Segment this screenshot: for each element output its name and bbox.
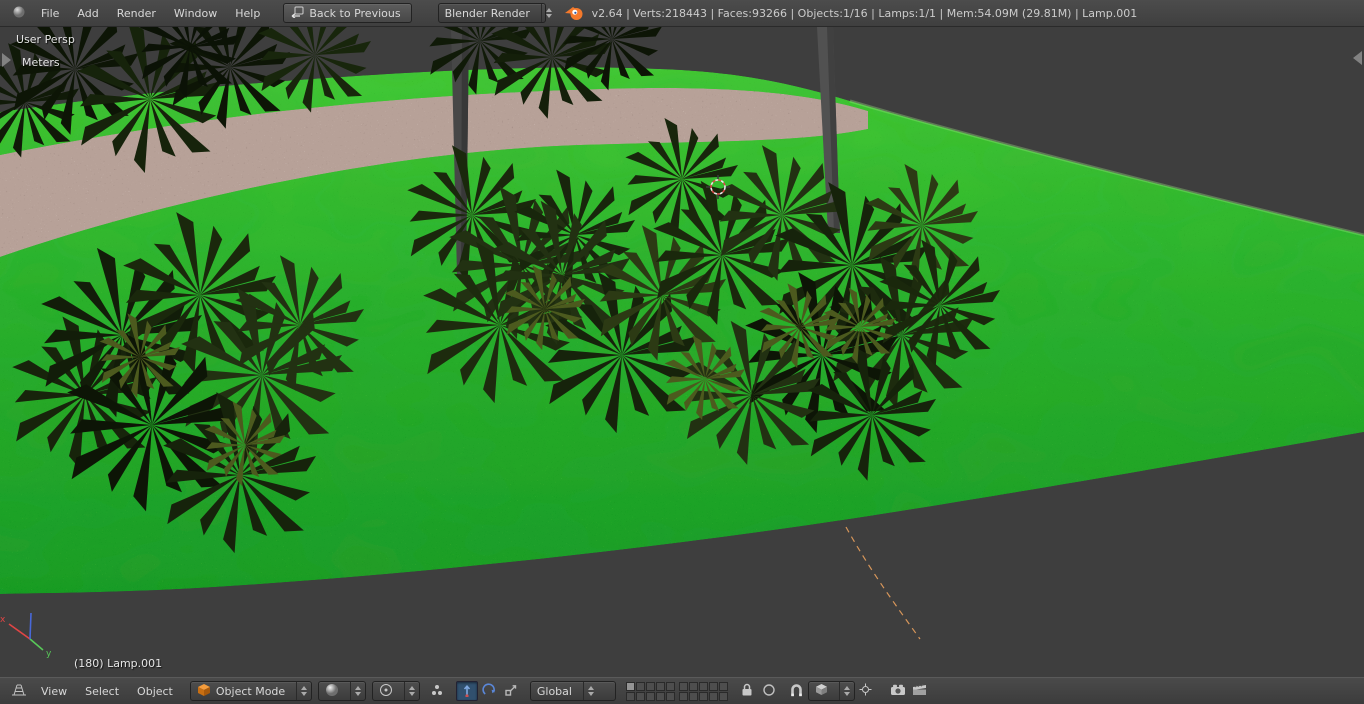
magnet-icon xyxy=(790,683,803,700)
back-to-previous-button[interactable]: Back to Previous xyxy=(283,3,412,23)
stepper-arrows[interactable] xyxy=(296,682,311,700)
layer-cell[interactable] xyxy=(645,681,655,691)
snap-target-button[interactable] xyxy=(855,681,877,701)
active-object-label: (180) Lamp.001 xyxy=(74,657,163,670)
stepper-arrows[interactable] xyxy=(838,682,854,700)
proportional-edit-dropdown[interactable] xyxy=(758,681,780,701)
manipulator-toggles xyxy=(455,681,522,701)
3d-viewport[interactable]: x y User Persp Meters (180) Lamp.001 xyxy=(0,27,1364,677)
translate-manipulator-button[interactable] xyxy=(455,681,478,701)
layer-cell[interactable] xyxy=(678,681,688,691)
menu-select[interactable]: Select xyxy=(76,685,128,698)
pivot-point-dropdown[interactable] xyxy=(371,681,420,701)
layer-cell[interactable] xyxy=(698,681,708,691)
menu-file[interactable]: File xyxy=(32,7,68,20)
viewport-shading-dropdown[interactable] xyxy=(317,681,366,701)
shading-sphere-icon xyxy=(325,683,339,700)
info-editor-icon xyxy=(12,5,26,22)
layer-cell[interactable] xyxy=(688,691,698,701)
stepper-arrows[interactable] xyxy=(349,682,365,700)
scale-manipulator-button[interactable] xyxy=(500,681,522,701)
layer-cell[interactable] xyxy=(625,681,635,691)
opengl-render-image-button[interactable] xyxy=(887,681,909,701)
back-arrow-icon xyxy=(290,6,304,21)
info-header: File Add Render Window Help Back to Prev… xyxy=(0,0,1364,27)
layer-cell[interactable] xyxy=(708,681,718,691)
render-engine-value: Blender Render xyxy=(444,6,530,20)
layer-group-1 xyxy=(625,681,675,701)
camera-icon xyxy=(890,683,906,699)
stepper-arrows[interactable] xyxy=(403,682,419,700)
menu-window[interactable]: Window xyxy=(165,7,226,20)
menu-add[interactable]: Add xyxy=(68,7,107,20)
layer-cell[interactable] xyxy=(698,691,708,701)
transform-orientation-dropdown[interactable]: Global xyxy=(529,681,616,701)
properties-expand-arrow[interactable] xyxy=(1353,51,1362,65)
layers-widget xyxy=(625,681,728,701)
snap-element-dropdown[interactable] xyxy=(807,681,855,701)
opengl-render-anim-button[interactable] xyxy=(909,681,931,701)
object-mode-cube-icon xyxy=(197,683,211,700)
menu-help[interactable]: Help xyxy=(226,7,269,20)
layer-cell[interactable] xyxy=(718,691,728,701)
snap-element-cube-icon xyxy=(815,683,828,699)
blender-logo xyxy=(564,5,584,21)
proportional-edit-icon xyxy=(762,683,776,700)
stepper-arrows[interactable] xyxy=(582,682,598,700)
snap-target-icon xyxy=(859,683,872,699)
layer-cell[interactable] xyxy=(625,691,635,701)
layer-cell[interactable] xyxy=(678,691,688,701)
orientation-value: Global xyxy=(536,684,572,698)
editor-type-info-button[interactable] xyxy=(6,3,32,23)
layer-cell[interactable] xyxy=(708,691,718,701)
render-engine-dropdown[interactable]: Blender Render xyxy=(437,3,552,23)
menu-render[interactable]: Render xyxy=(108,7,165,20)
center-points-icon xyxy=(430,683,444,700)
pivot-icon xyxy=(379,683,393,700)
rotate-icon xyxy=(482,682,496,700)
layer-cell[interactable] xyxy=(665,681,675,691)
menu-object[interactable]: Object xyxy=(128,685,182,698)
axis-x-label: x xyxy=(0,615,6,625)
scale-icon xyxy=(504,683,518,700)
translate-icon xyxy=(460,683,474,700)
stepper-arrows[interactable] xyxy=(540,4,556,22)
editor-type-3dview-button[interactable] xyxy=(6,681,32,701)
layer-cell[interactable] xyxy=(645,691,655,701)
back-to-previous-label: Back to Previous xyxy=(309,6,401,20)
viewport-header: View Select Object Object Mode Global xyxy=(0,677,1364,704)
axis-y-label: y xyxy=(46,649,52,659)
layer-cell[interactable] xyxy=(635,681,645,691)
layer-cell[interactable] xyxy=(655,681,665,691)
3d-view-editor-icon xyxy=(11,683,27,700)
menu-view[interactable]: View xyxy=(32,685,76,698)
layer-cell[interactable] xyxy=(688,681,698,691)
layer-cell[interactable] xyxy=(655,691,665,701)
clapperboard-icon xyxy=(912,683,927,699)
layer-cell[interactable] xyxy=(665,691,675,701)
rotate-manipulator-button[interactable] xyxy=(478,681,500,701)
grid-unit-label: Meters xyxy=(22,56,60,69)
scene-stats: v2.64 | Verts:218443 | Faces:93266 | Obj… xyxy=(591,6,1138,20)
mode-dropdown[interactable]: Object Mode xyxy=(189,681,312,701)
manipulate-center-points-toggle[interactable] xyxy=(426,681,448,701)
lock-icon xyxy=(741,683,753,700)
viewport-scene: x y xyxy=(0,27,1364,677)
snap-toggle-button[interactable] xyxy=(786,681,808,701)
view-perspective-label: User Persp xyxy=(16,33,75,46)
scene-lock-button[interactable] xyxy=(736,681,758,701)
mode-value: Object Mode xyxy=(215,684,286,698)
layer-cell[interactable] xyxy=(718,681,728,691)
layer-group-2 xyxy=(678,681,728,701)
toolbar-expand-arrow[interactable] xyxy=(2,53,11,67)
layer-cell[interactable] xyxy=(635,691,645,701)
